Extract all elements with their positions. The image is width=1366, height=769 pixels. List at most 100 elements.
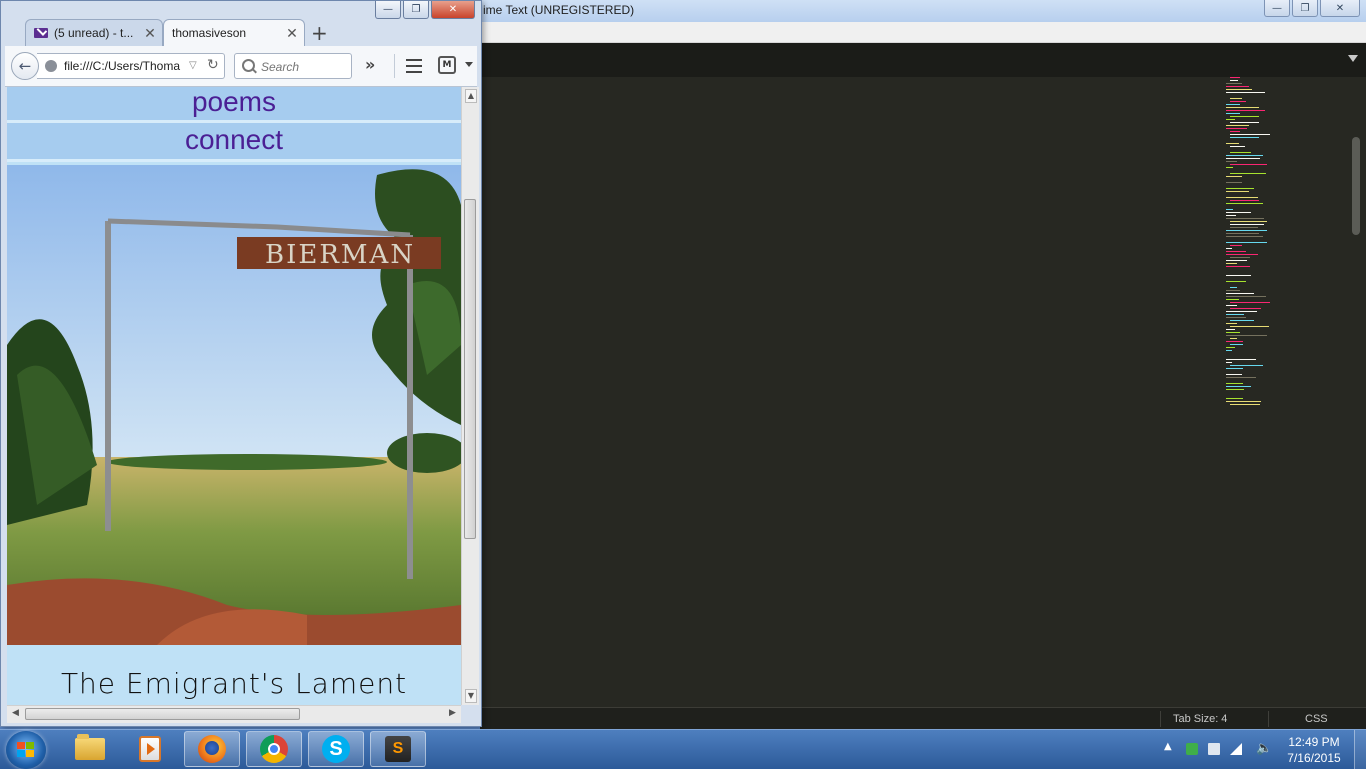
taskbar-skype[interactable]: S xyxy=(308,731,364,767)
minimap-line xyxy=(1230,365,1263,366)
search-bar[interactable] xyxy=(234,53,352,79)
minimap-line xyxy=(1226,167,1233,168)
minimap-line xyxy=(1230,131,1240,132)
minimize-button[interactable]: — xyxy=(1264,0,1290,17)
tab-size-indicator[interactable]: Tab Size: 4 xyxy=(1173,713,1227,725)
minimap-line xyxy=(1226,110,1265,111)
minimap-line xyxy=(1230,320,1254,321)
page-content: poems connect BIERMAN The Emigrant's Lam… xyxy=(7,87,461,705)
minimap-line xyxy=(1226,275,1251,276)
volume-icon[interactable]: 🔈 xyxy=(1256,741,1272,756)
history-dropdown-icon[interactable]: ▽ xyxy=(189,60,197,71)
minimap[interactable] xyxy=(1226,77,1276,417)
minimap-line xyxy=(1226,362,1232,363)
clock[interactable]: 12:49 PM 7/16/2015 xyxy=(1276,734,1352,766)
minimap-line xyxy=(1226,398,1243,399)
sublime-titlebar[interactable]: ime Text (UNREGISTERED) — ❐ ✕ xyxy=(480,0,1366,23)
tab-label: thomasiveson xyxy=(172,26,247,40)
hamburger-menu-icon[interactable] xyxy=(406,59,422,77)
scroll-up-icon[interactable]: ▲ xyxy=(465,89,477,103)
minimap-line xyxy=(1226,386,1251,387)
minimap-line xyxy=(1226,212,1251,213)
scroll-left-icon[interactable]: ◀ xyxy=(12,708,19,718)
globe-icon xyxy=(45,60,57,72)
sublime-text-icon: S xyxy=(385,736,411,762)
vertical-scrollbar[interactable]: ▲ ▼ xyxy=(461,87,479,705)
minimap-line xyxy=(1226,311,1257,312)
close-tab-icon[interactable]: ✕ xyxy=(284,25,300,42)
url-text[interactable]: file:///C:/Users/Thoma xyxy=(64,59,184,73)
minimap-line xyxy=(1226,332,1240,333)
show-hidden-icons-icon[interactable]: ▲ xyxy=(1164,741,1172,752)
minimap-line xyxy=(1230,77,1240,78)
close-button[interactable]: ✕ xyxy=(431,1,475,19)
folder-icon xyxy=(75,734,105,760)
overflow-chevron-icon[interactable]: » xyxy=(365,55,375,74)
scroll-thumb[interactable] xyxy=(25,708,300,720)
taskbar-sublime[interactable]: S xyxy=(370,731,426,767)
tab-thomasiveson[interactable]: thomasiveson ✕ xyxy=(163,19,305,46)
minimap-line xyxy=(1230,200,1259,201)
taskbar-firefox[interactable] xyxy=(184,731,240,767)
minimap-line xyxy=(1226,374,1242,375)
network-icon[interactable] xyxy=(1230,743,1242,755)
taskbar: S S ▲ 🔈 12:49 PM 7/16/2015 xyxy=(0,729,1366,769)
editor-scrollbar[interactable] xyxy=(1352,137,1360,235)
minimap-line xyxy=(1226,104,1240,105)
mail-icon xyxy=(34,28,48,38)
minimap-line xyxy=(1226,107,1259,108)
back-button[interactable]: ← xyxy=(11,52,39,80)
reload-icon[interactable]: ↻ xyxy=(207,57,219,73)
windows-logo-icon xyxy=(17,742,35,758)
minimap-line xyxy=(1226,89,1252,90)
syntax-indicator[interactable]: CSS xyxy=(1305,713,1328,725)
minimap-line xyxy=(1226,401,1261,402)
sign-text: BIERMAN xyxy=(265,240,415,270)
minimap-line xyxy=(1226,236,1263,237)
media-player-icon xyxy=(139,736,161,762)
firefox-window: — ❐ ✕ (5 unread) - t... ✕ thomasiveson ✕… xyxy=(0,0,482,727)
firefox-titlebar[interactable]: — ❐ ✕ xyxy=(1,1,481,19)
url-bar[interactable]: file:///C:/Users/Thoma ▽ ↻ xyxy=(37,53,225,79)
tab-dropdown-icon[interactable] xyxy=(1348,55,1358,62)
minimap-line xyxy=(1226,128,1247,129)
scroll-thumb[interactable] xyxy=(464,199,476,539)
horizontal-scrollbar[interactable]: ◀ ▶ xyxy=(7,705,461,723)
extension-dropdown-icon[interactable] xyxy=(465,62,473,67)
taskbar-media-player[interactable] xyxy=(122,731,178,767)
minimap-line xyxy=(1226,143,1239,144)
maximize-button[interactable]: ❐ xyxy=(403,1,429,19)
scroll-down-icon[interactable]: ▼ xyxy=(465,689,477,703)
minimap-line xyxy=(1230,338,1237,339)
close-tab-icon[interactable]: ✕ xyxy=(142,25,158,42)
nav-link-poems[interactable]: poems xyxy=(7,87,461,123)
minimap-line xyxy=(1226,125,1249,126)
minimap-line xyxy=(1230,287,1237,288)
minimize-button[interactable]: — xyxy=(375,1,401,19)
close-button[interactable]: ✕ xyxy=(1320,0,1360,17)
tab-mail[interactable]: (5 unread) - t... ✕ xyxy=(25,19,163,46)
tab-label: (5 unread) - t... xyxy=(54,26,134,40)
minimap-line xyxy=(1226,92,1265,93)
sublime-tabbar xyxy=(480,43,1366,77)
minimap-line xyxy=(1226,233,1259,234)
device-icon[interactable] xyxy=(1208,743,1220,755)
maximize-button[interactable]: ❐ xyxy=(1292,0,1318,17)
dropbox-icon[interactable] xyxy=(1186,743,1198,755)
start-button[interactable] xyxy=(6,731,46,769)
scroll-right-icon[interactable]: ▶ xyxy=(449,708,456,718)
search-input[interactable] xyxy=(259,57,351,77)
extension-icon[interactable]: M xyxy=(438,56,456,74)
clock-time: 12:49 PM xyxy=(1288,735,1340,749)
minimap-line xyxy=(1230,80,1238,81)
minimap-line xyxy=(1230,245,1242,246)
show-desktop-button[interactable] xyxy=(1354,730,1366,769)
minimap-line xyxy=(1226,191,1249,192)
nav-link-connect[interactable]: connect xyxy=(7,123,461,162)
taskbar-chrome[interactable] xyxy=(246,731,302,767)
minimap-line xyxy=(1230,164,1267,165)
new-tab-button[interactable]: + xyxy=(311,21,328,45)
taskbar-explorer[interactable] xyxy=(62,731,118,767)
code-editor[interactable] xyxy=(480,77,1366,707)
minimap-line xyxy=(1230,221,1267,222)
